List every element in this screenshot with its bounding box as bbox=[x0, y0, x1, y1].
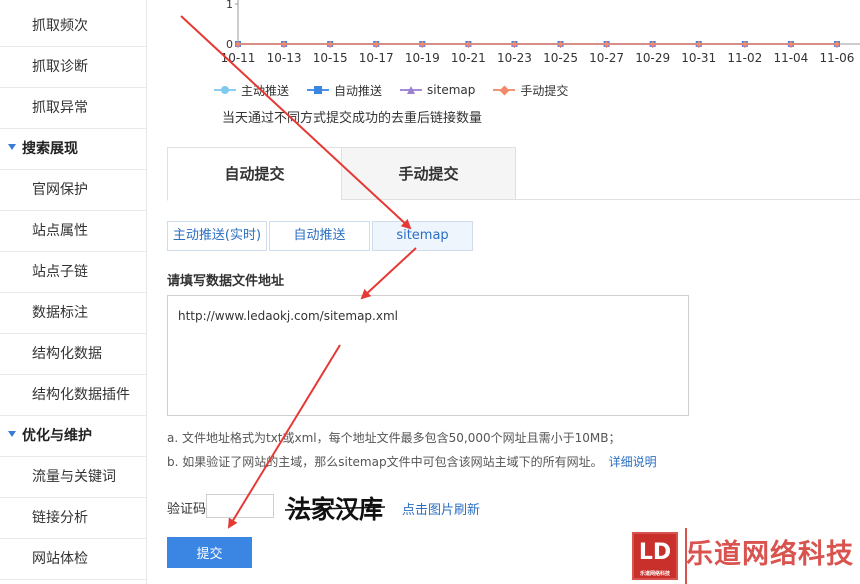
chart-description: 当天通过不同方式提交成功的去重后链接数量 bbox=[222, 111, 483, 126]
y-tick-label: 0 bbox=[226, 38, 233, 51]
sidebar-item[interactable]: 站点子链 bbox=[0, 252, 146, 293]
x-tick-label: 10-19 bbox=[405, 51, 440, 65]
tab-auto-submit[interactable]: 自动提交 bbox=[167, 147, 342, 201]
sidebar-item[interactable]: 链接分析 bbox=[0, 498, 146, 539]
details-link[interactable]: 详细说明 bbox=[609, 455, 657, 469]
legend-label: 主动推送 bbox=[241, 83, 290, 98]
legend-item[interactable]: 主动推送 bbox=[214, 82, 289, 99]
sidebar-item[interactable]: 网站体检 bbox=[0, 539, 146, 580]
subtab-sitemap[interactable]: sitemap bbox=[372, 221, 473, 251]
legend-swatch bbox=[400, 85, 423, 95]
note-domain: b. 如果验证了网站的主域，那么sitemap文件中可包含该网站主域下的所有网址… bbox=[167, 453, 657, 470]
sidebar-item[interactable]: 结构化数据 bbox=[0, 334, 146, 375]
sidebar-group[interactable]: 优化与维护 bbox=[0, 416, 146, 457]
note-domain-text: b. 如果验证了网站的主域，那么sitemap文件中可包含该网站主域下的所有网址… bbox=[167, 455, 603, 469]
legend-item[interactable]: 手动提交 bbox=[493, 82, 568, 99]
x-tick-label: 10-27 bbox=[589, 51, 624, 65]
watermark-logo: LD 乐道网络科技 bbox=[632, 532, 678, 580]
x-tick-label: 10-13 bbox=[267, 51, 302, 65]
sidebar-item[interactable]: 抓取异常 bbox=[0, 88, 146, 129]
submit-button[interactable]: 提交 bbox=[167, 537, 252, 568]
legend-item[interactable]: sitemap bbox=[400, 83, 475, 97]
captcha-refresh-link[interactable]: 点击图片刷新 bbox=[402, 499, 480, 518]
sidebar-item[interactable]: 官网保护 bbox=[0, 170, 146, 211]
x-tick-label: 11-04 bbox=[773, 51, 808, 65]
sidebar: 抓取频次 抓取诊断 抓取异常搜索展现官网保护 站点属性 站点子链 数据标注 结构化数据 结构化… bbox=[0, 0, 147, 584]
auto-submit-subtabs: 主动推送(实时) 自动推送 sitemap bbox=[167, 221, 475, 251]
sidebar-group-label: 优化与维护 bbox=[22, 428, 92, 444]
y-tick-label: 1 bbox=[226, 0, 233, 11]
arrow-to-url-field bbox=[360, 247, 417, 300]
subtab-active-push[interactable]: 主动推送(实时) bbox=[167, 221, 267, 251]
x-tick-label: 10-23 bbox=[497, 51, 532, 65]
x-tick-label: 10-29 bbox=[635, 51, 670, 65]
watermark-text: 乐道网络科技 bbox=[686, 539, 854, 570]
legend-item[interactable]: 自动推送 bbox=[307, 82, 382, 99]
captcha-label: 验证码 bbox=[167, 502, 207, 517]
sidebar-group-label: 搜索展现 bbox=[22, 141, 78, 157]
captcha-input[interactable] bbox=[206, 494, 274, 518]
x-tick-label: 10-11 bbox=[221, 51, 256, 65]
sidebar-item[interactable]: 结构化数据插件 bbox=[0, 375, 146, 416]
legend-label: 自动推送 bbox=[334, 83, 383, 98]
submission-chart: 1 010-11 10-13 10-15 10-17 10-19 10-21 10-23 10-… bbox=[221, 0, 860, 65]
legend-label: 手动提交 bbox=[520, 83, 569, 98]
x-tick-label: 10-21 bbox=[451, 51, 486, 65]
watermark: LD 乐道网络科技 乐道网络科技 bbox=[630, 528, 860, 584]
caret-down-icon bbox=[8, 431, 16, 437]
legend-label: sitemap bbox=[427, 83, 476, 97]
note-format: a. 文件地址格式为txt或xml，每个地址文件最多包含50,000个网址且需小… bbox=[167, 431, 621, 445]
tab-manual-submit[interactable]: 手动提交 bbox=[341, 147, 516, 200]
x-tick-label: 11-06 bbox=[820, 51, 855, 65]
sidebar-item[interactable]: 站点属性 bbox=[0, 211, 146, 252]
sidebar-group[interactable]: 搜索展现 bbox=[0, 129, 146, 170]
sidebar-item[interactable]: 抓取频次 bbox=[0, 6, 146, 47]
chart-legend: 主动推送 自动推送 sitemap 手动提交 bbox=[214, 80, 568, 100]
x-tick-label: 10-15 bbox=[313, 51, 348, 65]
x-tick-label: 10-31 bbox=[681, 51, 716, 65]
submit-method-tabs: 自动提交 手动提交 bbox=[167, 147, 860, 201]
caret-down-icon bbox=[8, 144, 16, 150]
sidebar-item[interactable]: 抓取诊断 bbox=[0, 47, 146, 88]
legend-swatch bbox=[214, 85, 236, 95]
x-tick-label: 10-17 bbox=[359, 51, 394, 65]
legend-swatch bbox=[493, 85, 516, 96]
subtab-auto-push[interactable]: 自动推送 bbox=[269, 221, 370, 251]
x-tick-label: 10-25 bbox=[543, 51, 578, 65]
sitemap-url-input[interactable]: http://www.ledaokj.com/sitemap.xml bbox=[167, 295, 689, 416]
sidebar-item[interactable]: 流量与关键词 bbox=[0, 457, 146, 498]
captcha-image[interactable]: 法家汉库 bbox=[285, 490, 385, 526]
sitemap-url-label: 请填写数据文件地址 bbox=[167, 274, 285, 289]
sidebar-item[interactable]: 数据标注 bbox=[0, 293, 146, 334]
legend-swatch bbox=[307, 85, 330, 95]
x-tick-label: 11-02 bbox=[727, 51, 762, 65]
